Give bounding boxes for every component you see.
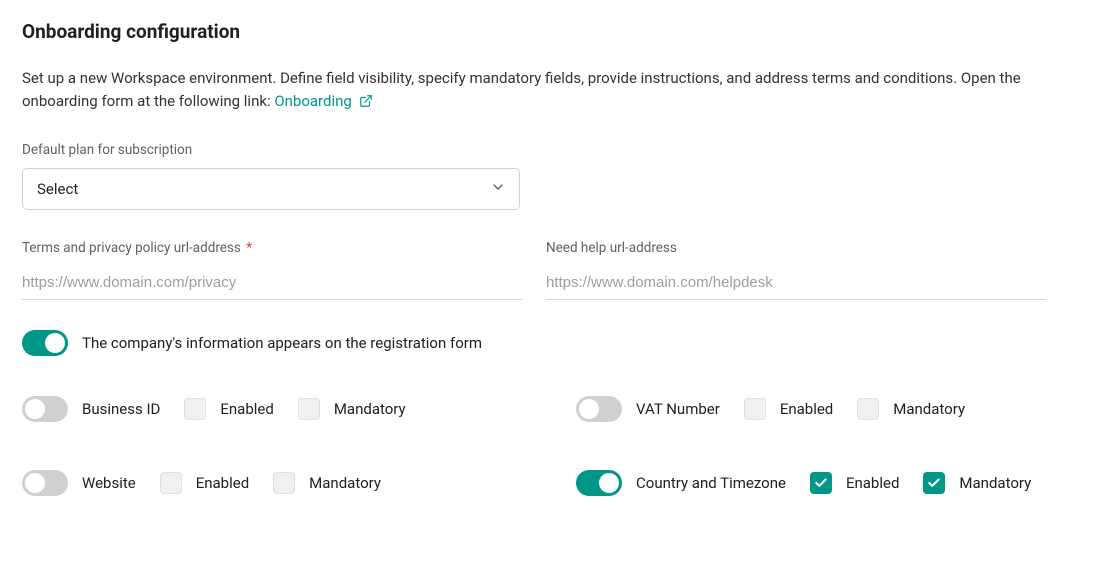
page-title: Onboarding configuration [22, 20, 1082, 43]
check-icon [927, 476, 941, 490]
country-timezone-enabled-checkbox[interactable] [810, 472, 832, 494]
required-star-icon: * [246, 240, 252, 256]
mandatory-label: Mandatory [893, 400, 965, 418]
toggle-knob [25, 473, 45, 493]
intro-paragraph: Set up a new Workspace environment. Defi… [22, 67, 1082, 114]
vat-number-label: VAT Number [636, 400, 720, 418]
enabled-label: Enabled [196, 474, 249, 492]
toggle-knob [579, 399, 599, 419]
onboarding-link-text: Onboarding [274, 92, 352, 110]
mandatory-label: Mandatory [334, 400, 406, 418]
check-icon [814, 476, 828, 490]
enabled-label: Enabled [780, 400, 833, 418]
toggle-knob [599, 473, 619, 493]
company-info-toggle[interactable] [22, 330, 68, 356]
country-timezone-mandatory-checkbox[interactable] [923, 472, 945, 494]
country-timezone-label: Country and Timezone [636, 474, 786, 492]
website-mandatory-checkbox[interactable] [273, 472, 295, 494]
business-id-enabled-checkbox[interactable] [184, 398, 206, 420]
terms-url-label-text: Terms and privacy policy url-address [22, 240, 241, 256]
toggle-knob [45, 333, 65, 353]
help-url-label: Need help url-address [546, 240, 1046, 256]
terms-url-input[interactable] [22, 266, 522, 300]
country-timezone-toggle[interactable] [576, 470, 622, 496]
external-link-icon [359, 92, 373, 115]
plan-select[interactable]: Select [22, 168, 520, 210]
business-id-label: Business ID [82, 400, 160, 418]
vat-number-mandatory-checkbox[interactable] [857, 398, 879, 420]
website-toggle[interactable] [22, 470, 68, 496]
business-id-mandatory-checkbox[interactable] [298, 398, 320, 420]
vat-number-toggle[interactable] [576, 396, 622, 422]
plan-select-label: Default plan for subscription [22, 142, 1082, 158]
toggle-knob [25, 399, 45, 419]
company-info-toggle-label: The company's information appears on the… [82, 334, 482, 352]
business-id-toggle[interactable] [22, 396, 68, 422]
mandatory-label: Mandatory [959, 474, 1031, 492]
website-label: Website [82, 474, 136, 492]
help-url-input[interactable] [546, 266, 1046, 300]
plan-select-value: Select [37, 180, 78, 198]
vat-number-enabled-checkbox[interactable] [744, 398, 766, 420]
enabled-label: Enabled [846, 474, 899, 492]
mandatory-label: Mandatory [309, 474, 381, 492]
enabled-label: Enabled [220, 400, 273, 418]
onboarding-link[interactable]: Onboarding [274, 92, 372, 110]
website-enabled-checkbox[interactable] [160, 472, 182, 494]
intro-text: Set up a new Workspace environment. Defi… [22, 69, 1021, 110]
terms-url-label: Terms and privacy policy url-address * [22, 240, 522, 256]
